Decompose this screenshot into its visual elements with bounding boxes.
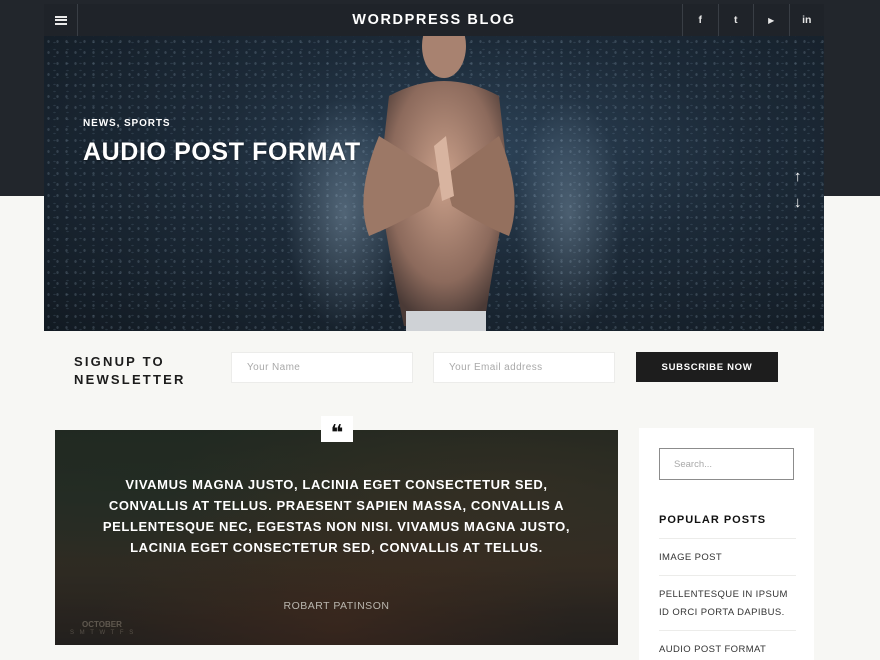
slider-up-arrow-icon[interactable]: ↑ bbox=[794, 168, 802, 185]
hero-post-title[interactable]: AUDIO POST FORMAT bbox=[83, 138, 361, 167]
popular-posts-list: IMAGE POST PELLENTESQUE IN IPSUM ID ORCI… bbox=[659, 538, 796, 660]
quote-mark-icon: ❝ bbox=[321, 416, 353, 444]
newsletter-name-input[interactable] bbox=[231, 352, 413, 383]
popular-post-item[interactable]: AUDIO POST FORMAT bbox=[659, 630, 796, 660]
newsletter-email-input[interactable] bbox=[433, 352, 615, 383]
newsletter-heading: SIGNUP TO NEWSLETTER bbox=[74, 353, 186, 389]
social-links: f t ▶ in bbox=[682, 4, 824, 36]
youtube-icon[interactable]: ▶ bbox=[753, 4, 789, 36]
popular-posts-heading: POPULAR POSTS bbox=[659, 514, 767, 526]
calendar-watermark: OCTOBER bbox=[82, 620, 122, 629]
sidebar: POPULAR POSTS IMAGE POST PELLENTESQUE IN… bbox=[639, 428, 814, 660]
slider-down-arrow-icon[interactable]: ↓ bbox=[794, 194, 802, 211]
top-navigation-bar: WORDPRESS BLOG f t ▶ in bbox=[44, 4, 824, 36]
subscribe-button[interactable]: SUBSCRIBE NOW bbox=[636, 352, 778, 382]
facebook-icon[interactable]: f bbox=[682, 4, 718, 36]
post-categories[interactable]: NEWS, SPORTS bbox=[83, 118, 170, 129]
twitter-icon[interactable]: t bbox=[717, 4, 754, 36]
hero-image-figure bbox=[363, 36, 515, 331]
popular-post-item[interactable]: IMAGE POST bbox=[659, 538, 796, 575]
calendar-days-watermark: S M T W T F S bbox=[70, 630, 136, 636]
quote-author: ROBART PATINSON bbox=[283, 600, 390, 612]
quote-text: VIVAMUS MAGNA JUSTO, LACINIA EGET CONSEC… bbox=[102, 477, 571, 555]
sidebar-search-input[interactable] bbox=[659, 448, 794, 480]
newsletter-heading-line2: NEWSLETTER bbox=[74, 372, 186, 387]
linkedin-icon[interactable]: in bbox=[788, 4, 825, 36]
quote-post-card[interactable]: OCTOBER S M T W T F S VIVAMUS MAGNA JUST… bbox=[55, 430, 618, 645]
newsletter-heading-line1: SIGNUP TO bbox=[74, 354, 165, 369]
hamburger-icon bbox=[54, 15, 67, 25]
menu-button[interactable] bbox=[44, 4, 78, 36]
hero-slider[interactable]: NEWS, SPORTS AUDIO POST FORMAT ↑ ↓ bbox=[44, 36, 824, 331]
popular-post-item[interactable]: PELLENTESQUE IN IPSUM ID ORCI PORTA DAPI… bbox=[659, 575, 796, 630]
